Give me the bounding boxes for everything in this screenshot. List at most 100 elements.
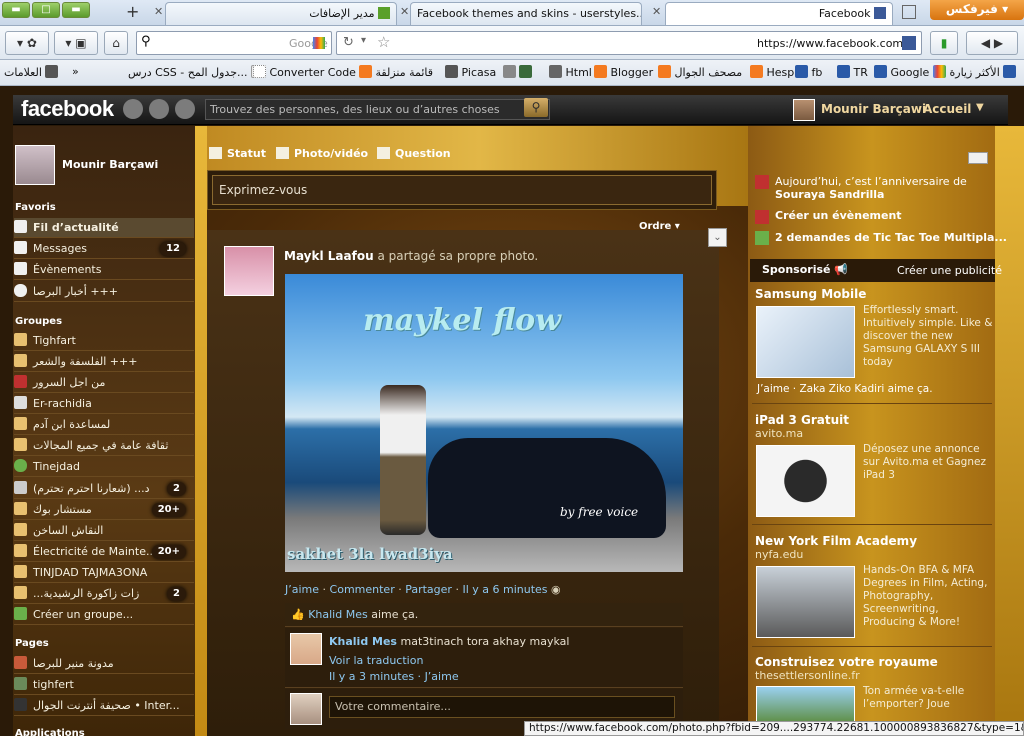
bookmark-item[interactable]: Blogger xyxy=(591,65,653,79)
timestamp-link[interactable]: Il y a 6 minutes xyxy=(462,583,547,596)
sidebar-item-group[interactable]: لمساعدة ابن آدم xyxy=(14,415,194,435)
sidebar-item-group[interactable]: Tighfart xyxy=(14,331,194,351)
sidebar-item-group[interactable]: من اجل السرور xyxy=(14,373,194,393)
bookmark-item[interactable]: مصحف الجوال xyxy=(655,65,742,79)
sidebar-item-group[interactable]: Tinejdad xyxy=(14,457,194,477)
home-link[interactable]: Accueil xyxy=(923,102,971,116)
status-input[interactable]: Exprimez-vous xyxy=(212,175,712,205)
profile-link[interactable]: Mounir Barçawi xyxy=(821,102,926,116)
create-group-link[interactable]: Créer un groupe... xyxy=(14,605,194,625)
comment-input[interactable]: Votre commentaire... xyxy=(329,696,675,718)
ad-title[interactable]: Construisez votre royaume xyxy=(755,655,938,669)
ad-image[interactable] xyxy=(756,306,855,378)
comment-link[interactable]: Commenter xyxy=(330,583,395,596)
addon-button[interactable]: ▾ ✿ xyxy=(5,31,49,55)
bookmark-item[interactable]: Google xyxy=(871,65,929,79)
chevron-down-icon[interactable]: ⌄ xyxy=(708,228,727,247)
comment-like-link[interactable]: J’aime xyxy=(425,670,459,683)
ad-title[interactable]: New York Film Academy xyxy=(755,534,917,548)
sidebar-item-group[interactable]: (شعارنا احترم تحترم) ...د 2 xyxy=(14,479,194,499)
pdf-button[interactable]: ▾ ▣ xyxy=(54,31,98,55)
translate-link[interactable]: Voir la traduction xyxy=(329,654,423,667)
settings-icon[interactable] xyxy=(968,152,988,164)
commenter-link[interactable]: Khalid Mes xyxy=(329,635,397,648)
create-event-link[interactable]: Créer un évènement xyxy=(775,209,902,222)
close-tab-icon[interactable]: ✕ xyxy=(400,5,409,18)
new-tab-button[interactable]: + xyxy=(126,2,139,21)
like-link[interactable]: J’aime xyxy=(285,583,319,596)
question-tab[interactable]: Question xyxy=(377,147,451,160)
bookmark-item[interactable]: Html xyxy=(546,65,592,79)
messages-icon[interactable] xyxy=(149,99,169,119)
bookmark-star-icon[interactable]: ☆ xyxy=(377,33,390,51)
sidebar-item-page[interactable]: مدونة منير للبرصا xyxy=(14,654,194,674)
tab-groups-icon[interactable] xyxy=(902,5,916,19)
sidebar-item-group[interactable]: Électricité de Mainte... 20+ xyxy=(14,542,194,562)
sidebar-item-news-feed[interactable]: Fil d’actualité xyxy=(14,218,194,238)
ad-image[interactable] xyxy=(756,445,855,517)
sidebar-item-group[interactable]: مستشار بوك 20+ xyxy=(14,500,194,520)
comment-timestamp[interactable]: Il y a 3 minutes xyxy=(329,670,414,683)
sidebar-item-group[interactable]: TINJDAD TAJMA3ONA xyxy=(14,563,194,583)
close-tab-icon[interactable]: ✕ xyxy=(154,5,163,18)
account-menu-icon[interactable]: ▼ xyxy=(976,102,984,113)
bookmark-item[interactable]: قائمة منزلقة xyxy=(356,65,433,79)
author-avatar[interactable] xyxy=(224,246,274,296)
tab-facebook[interactable]: Facebook xyxy=(665,2,893,25)
bookmark-item[interactable]: الأكثر زيارة xyxy=(930,65,1016,79)
notifications-icon[interactable] xyxy=(175,99,195,119)
bookmark-item[interactable] xyxy=(500,65,532,79)
profile-name[interactable]: Mounir Barçawi xyxy=(62,158,158,171)
maximize-button[interactable]: □ xyxy=(32,2,60,18)
facebook-logo[interactable]: facebook xyxy=(21,96,114,122)
birthday-name-link[interactable]: Souraya Sandrilla xyxy=(775,188,884,201)
minimize-button[interactable]: ▬ xyxy=(2,2,30,18)
app-requests-link[interactable]: 2 demandes de Tic Tac Toe Multipla... xyxy=(775,231,1007,244)
status-tab[interactable]: Statut xyxy=(209,147,266,160)
sidebar-item-group[interactable]: Er-rachidia xyxy=(14,394,194,414)
fb-search-input[interactable]: Trouvez des personnes, des lieux ou d’au… xyxy=(205,99,550,120)
profile-avatar[interactable] xyxy=(15,145,55,185)
bookmarks-menu[interactable]: العلامات xyxy=(4,65,58,79)
sidebar-item-group[interactable]: الفلسفة والشعر +++ xyxy=(14,352,194,372)
firefox-menu-button[interactable]: فيرفكس ▾ xyxy=(930,0,1024,20)
sidebar-item-page[interactable]: صحيفة أنترنت الجوال • Inter... xyxy=(14,696,194,716)
signal-icon[interactable]: ▮ xyxy=(930,31,958,55)
sidebar-item-group[interactable]: ...زات زاكورة الرشيدية 2 xyxy=(14,584,194,604)
sidebar-item-messages[interactable]: Messages 12 xyxy=(14,239,194,259)
dropdown-icon[interactable]: ▾ xyxy=(361,35,366,46)
ad-image[interactable] xyxy=(756,566,855,638)
author-link[interactable]: Maykl Laafou xyxy=(284,249,374,263)
tab-addons-manager[interactable]: مدير الإضافات xyxy=(165,2,397,25)
bookmark-item[interactable]: fb xyxy=(792,65,822,79)
ad-title[interactable]: Samsung Mobile xyxy=(755,287,866,301)
bookmark-item[interactable]: Picasa xyxy=(442,65,496,79)
friend-requests-icon[interactable] xyxy=(123,99,143,119)
photo-tab[interactable]: Photo/vidéo xyxy=(276,147,368,160)
sort-menu[interactable]: Ordre ▾ xyxy=(639,221,680,232)
commenter-avatar[interactable] xyxy=(290,633,322,665)
site-identity-icon[interactable] xyxy=(902,36,916,50)
liker-link[interactable]: Khalid Mes xyxy=(308,608,368,621)
fb-search-button[interactable]: ⚲ xyxy=(524,98,548,117)
sidebar-item-group[interactable]: النقاش الساخن xyxy=(14,521,194,541)
home-icon[interactable]: ⌂ xyxy=(104,31,128,55)
close-tab-icon[interactable]: ✕ xyxy=(652,5,661,18)
bookmark-item[interactable]: Converter Code xyxy=(250,65,356,79)
url-bar[interactable]: ↻ ▾ ☆ https://www.facebook.com xyxy=(336,31,922,55)
ad-social-context[interactable]: J’aime · Zaka Ziko Kadiri aime ça. xyxy=(757,383,933,395)
bookmark-item[interactable]: TR xyxy=(834,65,868,79)
sidebar-item-page[interactable]: tighfert xyxy=(14,675,194,695)
ad-image[interactable] xyxy=(756,686,855,726)
back-forward-button[interactable]: ◀ ▶ xyxy=(966,31,1018,55)
reload-icon[interactable]: ↻ xyxy=(343,35,354,50)
avatar[interactable] xyxy=(793,99,815,121)
sidebar-item-barca-news[interactable]: أخبار البرصا +++ xyxy=(14,282,194,302)
share-link[interactable]: Partager xyxy=(405,583,452,596)
search-box[interactable]: ⚲ Google xyxy=(136,31,332,55)
ad-title[interactable]: iPad 3 Gratuit xyxy=(755,413,849,427)
tab-userstyles[interactable]: Facebook themes and skins - userstyles..… xyxy=(410,2,642,25)
close-window-button[interactable]: ▬ xyxy=(62,2,90,18)
chevron-icon[interactable]: » xyxy=(72,65,79,78)
bookmark-item[interactable]: Hesp xyxy=(747,65,794,79)
